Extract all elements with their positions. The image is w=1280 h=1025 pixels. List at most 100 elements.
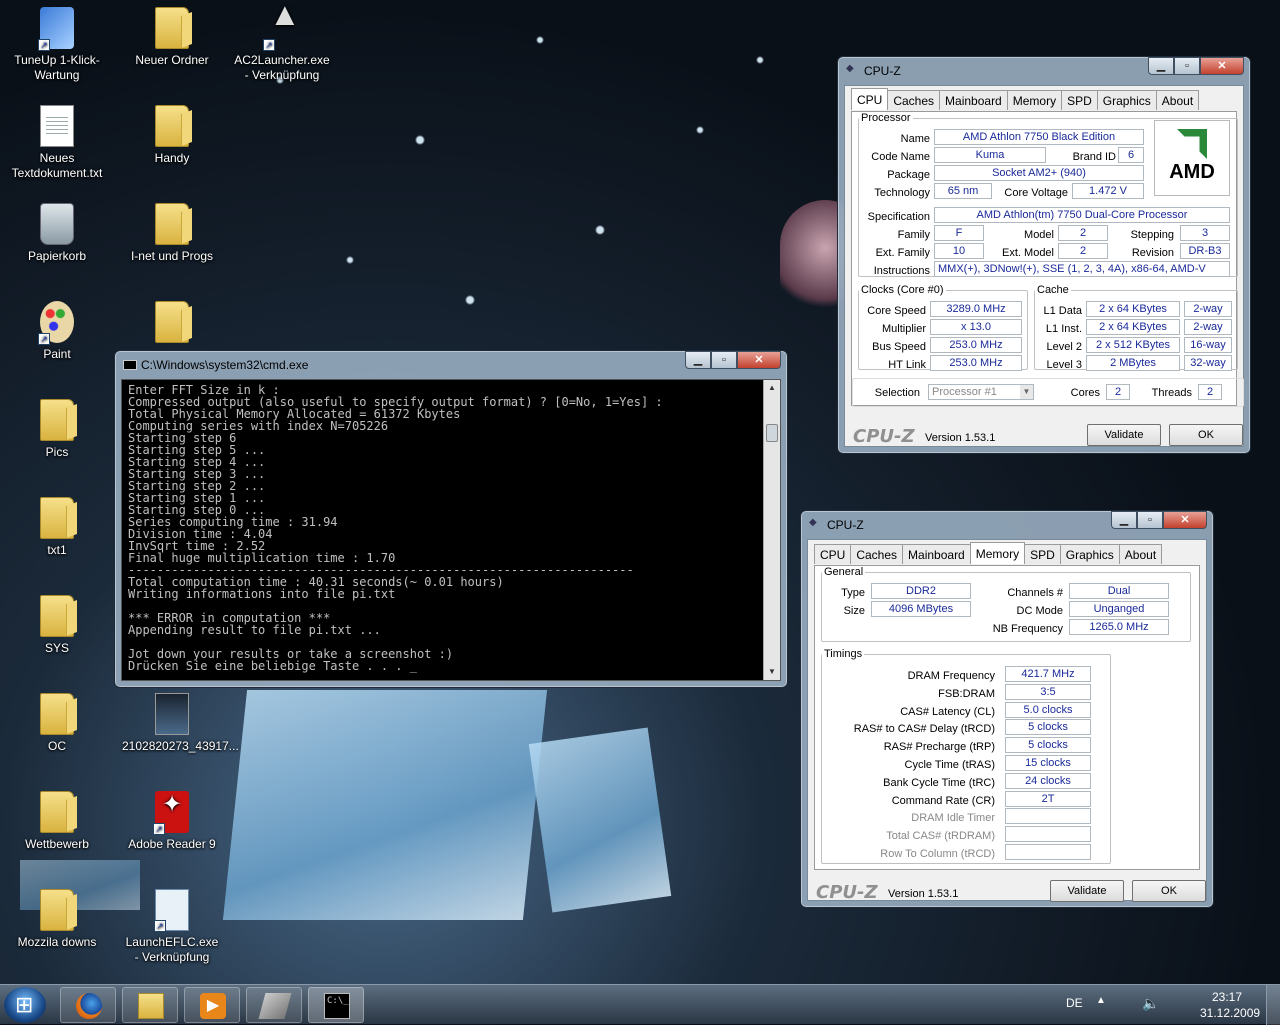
level2-value: 2 x 512 KBytes — [1086, 337, 1180, 353]
tab-cpu[interactable]: CPU — [851, 88, 889, 110]
level3-ways: 32-way — [1184, 355, 1232, 371]
cpuz-title: CPU-Z — [864, 64, 901, 78]
scroll-thumb[interactable] — [766, 424, 778, 442]
taskbar-media-player[interactable]: ▶ — [184, 987, 240, 1023]
desktop-icon-label: OC — [48, 739, 66, 753]
tab-spd[interactable]: SPD — [1024, 544, 1061, 564]
desktop-icon[interactable]: Neues Textdokument.txt — [7, 105, 107, 181]
taskbar-windows-update[interactable] — [246, 987, 302, 1023]
cpuz-cpu-window[interactable]: ◆ CPU-Z ▁ ▫ ✕ CPU Caches Mainboard Memory … — [837, 56, 1251, 454]
timing-label: Row To Column (tRCD) — [880, 848, 995, 860]
tab-about[interactable]: About — [1155, 90, 1200, 110]
desktop-icon[interactable]: Neuer Ordner — [122, 7, 222, 68]
desktop-icon[interactable]: SYS — [7, 595, 107, 656]
ok-button[interactable]: OK — [1132, 880, 1206, 902]
validate-button[interactable]: Validate — [1087, 424, 1161, 446]
tab-caches[interactable]: Caches — [887, 90, 941, 110]
minimize-button[interactable]: ▁ — [1148, 57, 1174, 75]
maximize-button[interactable]: ▫ — [1174, 57, 1200, 75]
close-button[interactable]: ✕ — [1163, 511, 1207, 529]
tab-caches[interactable]: Caches — [850, 544, 904, 564]
cpuz-titlebar[interactable]: ◆ CPU-Z ▁ ▫ ✕ — [801, 511, 1213, 539]
name-value: AMD Athlon 7750 Black Edition — [934, 129, 1144, 145]
brandid-label: Brand ID — [1072, 151, 1116, 163]
language-indicator[interactable]: DE — [1066, 996, 1083, 1010]
show-hidden-icons[interactable]: ▲ — [1096, 995, 1106, 1006]
windows-update-icon — [258, 993, 292, 1019]
desktop-icon[interactable]: 2102820273_43917... — [122, 693, 239, 754]
desktop-icon[interactable]: ↗ TuneUp 1-Klick-Wartung — [7, 7, 107, 83]
busspeed-value: 253.0 MHz — [930, 337, 1022, 353]
pdf-icon: ↗ — [153, 791, 189, 835]
cores-value: 2 — [1106, 384, 1130, 400]
close-button[interactable]: ✕ — [1200, 57, 1244, 75]
desktop-icon[interactable]: txt1 — [7, 497, 107, 558]
close-button[interactable]: ✕ — [737, 351, 781, 369]
desktop-icon-label: AC2Launcher.exe - Verknüpfung — [234, 53, 330, 82]
maximize-button[interactable]: ▫ — [1137, 511, 1163, 529]
desktop-icon[interactable]: ↗ AC2Launcher.exe - Verknüpfung — [232, 7, 332, 83]
desktop-icon[interactable]: I-net und Progs — [122, 203, 222, 264]
folder-icon — [40, 497, 74, 539]
cpuz-memory-window[interactable]: ◆ CPU-Z ▁ ▫ ✕ CPU Caches Mainboard Memory … — [800, 510, 1214, 908]
volume-icon[interactable]: 🔈 — [1142, 995, 1159, 1012]
htlink-value: 253.0 MHz — [930, 355, 1022, 371]
tab-graphics[interactable]: Graphics — [1096, 90, 1157, 110]
show-desktop-button[interactable] — [1266, 985, 1280, 1025]
tab-about[interactable]: About — [1118, 544, 1163, 564]
extmodel-value: 2 — [1058, 243, 1108, 259]
tab-mainboard[interactable]: Mainboard — [939, 90, 1008, 110]
desktop-icon[interactable]: Papierkorb — [7, 203, 107, 264]
desktop-icon[interactable]: Wettbewerb — [7, 791, 107, 852]
l1data-value: 2 x 64 KBytes — [1086, 301, 1180, 317]
tab-cpu[interactable]: CPU — [814, 544, 852, 564]
dcmode-label: DC Mode — [1016, 605, 1063, 617]
desktop-icon[interactable]: ↗ LaunchEFLC.exe - Verknüpfung — [122, 889, 222, 965]
cmd-console[interactable]: Enter FFT Size in k : Compressed output (… — [121, 379, 781, 681]
minimize-button[interactable]: ▁ — [1111, 511, 1137, 529]
cmd-window[interactable]: C:\Windows\system32\cmd.exe ▁ ▫ ✕ Enter FF… — [114, 350, 788, 688]
scroll-down-icon[interactable]: ▼ — [764, 664, 780, 680]
desktop-icon[interactable]: Mozzila downs — [7, 889, 107, 950]
cpuz-icon: ◆ — [809, 517, 817, 528]
desktop-icon[interactable]: Pics — [7, 399, 107, 460]
codename-label: Code Name — [871, 151, 930, 163]
tab-graphics[interactable]: Graphics — [1059, 544, 1120, 564]
clock-date[interactable]: 31.12.2009 — [1200, 1006, 1260, 1020]
timing-label: Command Rate (CR) — [891, 794, 995, 807]
scroll-up-icon[interactable]: ▲ — [764, 380, 780, 396]
timing-label: Total CAS# (tRDRAM) — [886, 830, 995, 843]
taskbar-explorer[interactable] — [122, 987, 178, 1023]
chevron-down-icon[interactable]: ▼ — [1020, 385, 1033, 399]
tab-mainboard[interactable]: Mainboard — [902, 544, 971, 564]
minimize-button[interactable]: ▁ — [685, 351, 711, 369]
l1inst-value: 2 x 64 KBytes — [1086, 319, 1180, 335]
start-button[interactable] — [4, 987, 46, 1023]
cpuz-titlebar[interactable]: ◆ CPU-Z ▁ ▫ ✕ — [838, 57, 1250, 85]
tab-memory[interactable]: Memory — [1006, 90, 1063, 110]
media-player-icon: ▶ — [200, 993, 226, 1019]
model-value: 2 — [1058, 225, 1108, 241]
tab-spd[interactable]: SPD — [1061, 90, 1098, 110]
thumb-icon — [155, 693, 189, 735]
desktop-icon[interactable]: ↗ Paint — [7, 301, 107, 362]
cmd-scrollbar[interactable]: ▲ ▼ — [763, 380, 780, 680]
desktop-icon[interactable]: ↗ Adobe Reader 9 — [122, 791, 222, 852]
timing-label: RAS# to CAS# Delay (tRCD) — [853, 723, 995, 736]
processor-select[interactable]: Processor #1 — [928, 384, 1034, 400]
desktop-icon[interactable]: Handy — [122, 105, 222, 166]
taskbar-cmd[interactable]: C:\_ — [308, 987, 364, 1023]
cmd-titlebar[interactable]: C:\Windows\system32\cmd.exe ▁ ▫ ✕ — [115, 351, 787, 379]
ok-button[interactable]: OK — [1169, 424, 1243, 446]
revision-value: DR-B3 — [1180, 243, 1230, 259]
timing-value — [1005, 844, 1091, 860]
desktop-icon[interactable]: OC — [7, 693, 107, 754]
maximize-button[interactable]: ▫ — [711, 351, 737, 369]
nbfrequency-label: NB Frequency — [992, 623, 1063, 635]
clock-time[interactable]: 23:17 — [1212, 990, 1242, 1004]
level3-label: Level 3 — [1046, 359, 1082, 371]
validate-button[interactable]: Validate — [1050, 880, 1124, 902]
tab-memory[interactable]: Memory — [969, 542, 1026, 564]
desktop-icon[interactable] — [122, 301, 222, 347]
taskbar-firefox[interactable] — [60, 987, 116, 1023]
